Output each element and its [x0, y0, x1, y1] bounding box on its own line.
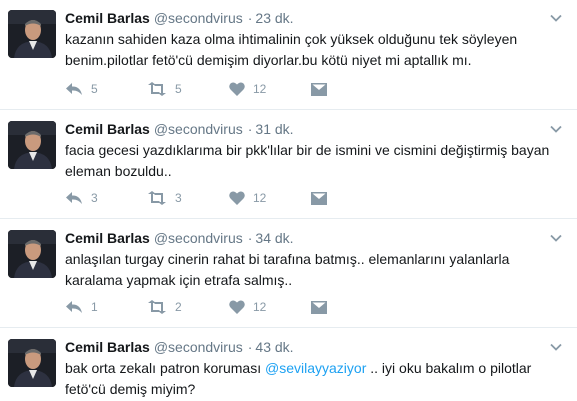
reply-count: 5: [91, 82, 98, 96]
tweet-text: anlaşılan turgay cinerin rahat bi tarafı…: [65, 251, 510, 288]
retweet-count: 2: [175, 300, 182, 314]
avatar[interactable]: [8, 230, 56, 278]
tweet[interactable]: Cemil Barlas @secondvirus · 23 dk. kazanın …: [0, 0, 577, 110]
chevron-down-icon[interactable]: [549, 340, 563, 354]
reply-button[interactable]: 1: [65, 298, 147, 316]
dm-button[interactable]: [311, 80, 393, 98]
like-button[interactable]: 12: [229, 80, 311, 98]
author-name[interactable]: Cemil Barlas: [65, 230, 150, 246]
like-count: 12: [253, 82, 267, 96]
tweet[interactable]: Cemil Barlas @secondvirus · 43 dk. bak orta…: [0, 329, 577, 401]
chevron-down-icon[interactable]: [549, 11, 563, 25]
avatar-image: [8, 121, 56, 169]
dm-button[interactable]: [311, 189, 393, 207]
like-button[interactable]: 12: [229, 189, 311, 207]
separator: ·: [247, 339, 253, 355]
tweet-text: bak orta zekalı patron koruması @sevilay…: [65, 358, 563, 400]
like-button[interactable]: 12: [229, 298, 311, 316]
reply-count: 1: [91, 300, 98, 314]
tweet-time[interactable]: 23 dk.: [255, 10, 293, 26]
like-count: 12: [253, 191, 267, 205]
chevron-down-icon[interactable]: [549, 122, 563, 136]
tweet-timeline: Cemil Barlas @secondvirus · 23 dk. kazanın …: [0, 0, 577, 401]
avatar[interactable]: [8, 121, 56, 169]
separator: ·: [247, 10, 253, 26]
author-name[interactable]: Cemil Barlas: [65, 121, 150, 137]
envelope-icon: [311, 82, 327, 96]
avatar-image: [8, 339, 56, 387]
retweet-icon: [148, 82, 166, 96]
tweet-time[interactable]: 31 dk.: [255, 121, 293, 137]
tweet-time[interactable]: 34 dk.: [255, 230, 293, 246]
reply-count: 3: [91, 191, 98, 205]
tweet[interactable]: Cemil Barlas @secondvirus · 31 dk. facia ge…: [0, 111, 577, 219]
avatar[interactable]: [8, 339, 56, 387]
author-handle[interactable]: @secondvirus: [154, 339, 243, 355]
tweet-text: facia gecesi yazdıklarıma bir pkk'lılar …: [65, 142, 550, 179]
tweet-text-before: bak orta zekalı patron koruması: [65, 360, 265, 376]
retweet-button[interactable]: 2: [147, 298, 229, 316]
reply-icon: [66, 83, 82, 95]
envelope-icon: [311, 191, 327, 205]
separator: ·: [247, 121, 253, 137]
tweet[interactable]: Cemil Barlas @secondvirus · 34 dk. anlaşıla…: [0, 220, 577, 328]
retweet-button[interactable]: 5: [147, 80, 229, 98]
reply-button[interactable]: 5: [65, 80, 147, 98]
dm-button[interactable]: [311, 298, 393, 316]
like-count: 12: [253, 300, 267, 314]
chevron-down-icon[interactable]: [549, 231, 563, 245]
author-name[interactable]: Cemil Barlas: [65, 339, 150, 355]
reply-button[interactable]: 3: [65, 189, 147, 207]
retweet-icon: [148, 300, 166, 314]
avatar[interactable]: [8, 10, 56, 58]
reply-icon: [66, 301, 82, 313]
mention-link[interactable]: @sevilayyaziyor: [265, 360, 366, 376]
retweet-icon: [148, 191, 166, 205]
tweet-text: kazanın sahiden kaza olma ihtimalinin ço…: [65, 31, 518, 68]
author-name[interactable]: Cemil Barlas: [65, 10, 150, 26]
author-handle[interactable]: @secondvirus: [154, 230, 243, 246]
retweet-count: 5: [175, 82, 182, 96]
separator: ·: [247, 230, 253, 246]
tweet-time[interactable]: 43 dk.: [255, 339, 293, 355]
author-handle[interactable]: @secondvirus: [154, 121, 243, 137]
heart-icon: [229, 300, 245, 314]
reply-icon: [66, 192, 82, 204]
avatar-image: [8, 10, 56, 58]
envelope-icon: [311, 300, 327, 314]
avatar-image: [8, 230, 56, 278]
heart-icon: [229, 191, 245, 205]
retweet-button[interactable]: 3: [147, 189, 229, 207]
retweet-count: 3: [175, 191, 182, 205]
author-handle[interactable]: @secondvirus: [154, 10, 243, 26]
heart-icon: [229, 82, 245, 96]
